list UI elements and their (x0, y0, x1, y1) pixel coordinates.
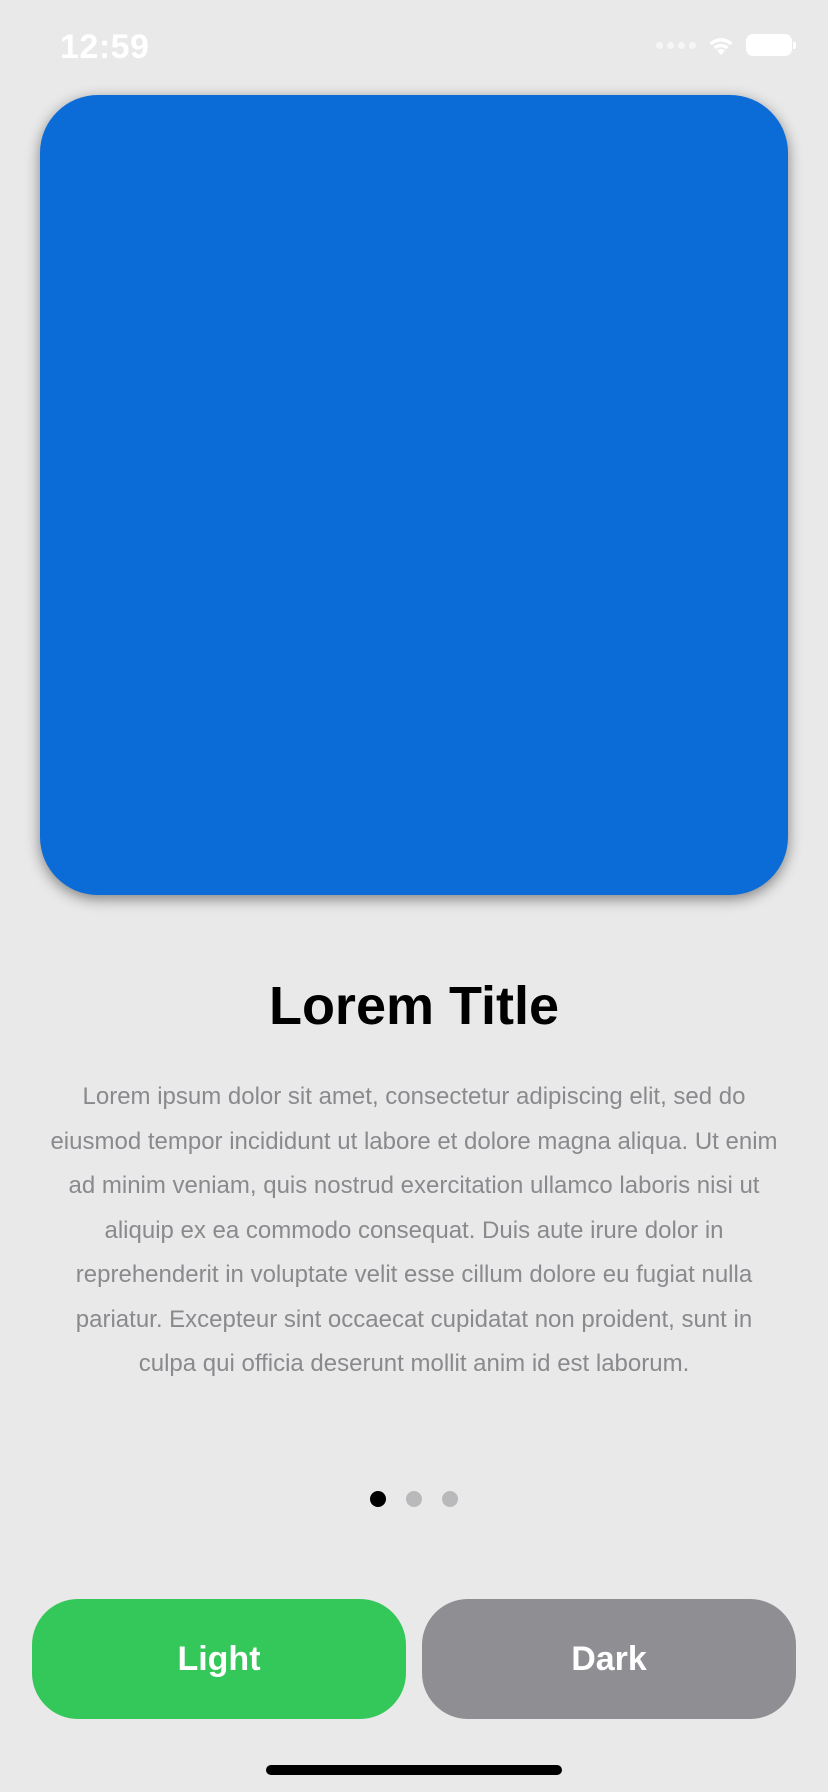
status-icons (656, 34, 796, 56)
status-time: 12:59 (60, 28, 150, 66)
page-title: Lorem Title (268, 976, 560, 1036)
wifi-icon (706, 34, 736, 56)
dark-button[interactable]: Dark (422, 1599, 796, 1719)
page-indicator[interactable] (0, 1491, 828, 1507)
cellular-signal-icon (656, 41, 696, 49)
light-button[interactable]: Light (32, 1599, 406, 1719)
page-dot-3[interactable] (442, 1491, 458, 1507)
home-indicator[interactable] (266, 1765, 562, 1775)
status-bar: 12:59 (0, 0, 828, 100)
battery-icon (746, 34, 796, 56)
page-dot-1[interactable] (370, 1491, 386, 1507)
description-text: Lorem ipsum dolor sit amet, consectetur … (50, 1083, 778, 1377)
page-dot-2[interactable] (406, 1491, 422, 1507)
hero-card (40, 95, 788, 895)
